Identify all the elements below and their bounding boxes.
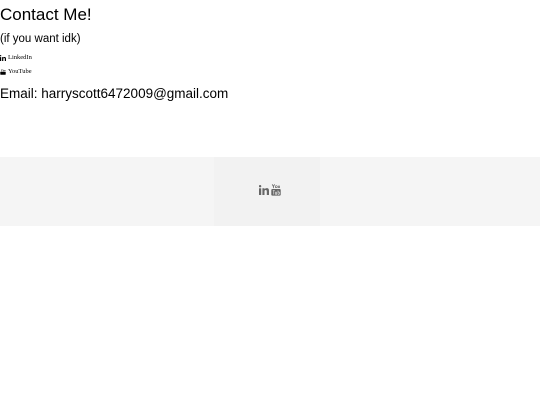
youtube-label: YouTube — [8, 68, 32, 75]
footer-youtube-icon[interactable] — [271, 184, 281, 196]
email-text: Email: harryscott6472009@gmail.com — [0, 86, 229, 101]
linkedin-link[interactable]: LinkedIn — [0, 54, 32, 62]
page-subtitle: (if you want idk) — [0, 33, 81, 45]
linkedin-label: LinkedIn — [8, 54, 32, 61]
youtube-link[interactable]: YouTube — [0, 68, 32, 76]
footer — [0, 157, 540, 226]
footer-linkedin-icon[interactable] — [259, 185, 269, 195]
youtube-icon — [0, 69, 6, 75]
page-title: Contact Me! — [0, 5, 92, 24]
linkedin-icon — [0, 55, 6, 61]
contact-page: Contact Me! (if you want idk) LinkedIn Y… — [0, 0, 540, 405]
